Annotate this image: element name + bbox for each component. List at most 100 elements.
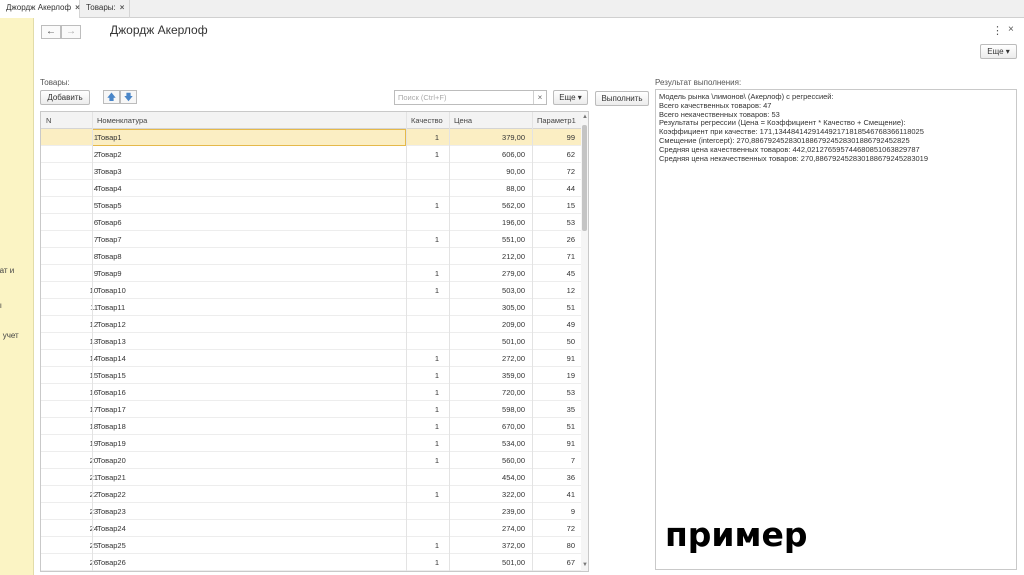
execute-button[interactable]: Выполнить xyxy=(595,91,649,106)
goods-more-button[interactable]: Еще ▾ xyxy=(553,90,588,105)
row-name: Товар4 xyxy=(97,184,122,193)
row-name: Товар14 xyxy=(97,354,126,363)
row-quality: 1 xyxy=(434,439,439,448)
table-row[interactable]: 22 Товар22 1 322,00 41 xyxy=(41,486,581,503)
sidebar-item[interactable]: й учет xyxy=(0,331,19,340)
table-row[interactable]: 13 Товар13 501,00 50 xyxy=(41,333,581,350)
close-icon[interactable]: × xyxy=(120,3,125,12)
result-label: Результат выполнения: xyxy=(655,78,742,87)
row-price: 372,00 xyxy=(502,541,525,550)
row-quality: 1 xyxy=(434,456,439,465)
more-actions-icon[interactable]: ⋮ xyxy=(992,24,1003,37)
table-row[interactable]: 9 Товар9 1 279,00 45 xyxy=(41,265,581,282)
row-param1: 91 xyxy=(566,439,575,448)
table-row[interactable]: 23 Товар23 239,00 9 xyxy=(41,503,581,520)
table-row[interactable]: 16 Товар16 1 720,00 53 xyxy=(41,384,581,401)
table-row[interactable]: 21 Товар21 454,00 36 xyxy=(41,469,581,486)
result-textarea[interactable]: Модель рынка \лимонов\ (Акерлоф) с регре… xyxy=(655,89,1017,570)
row-name: Товар20 xyxy=(97,456,126,465)
row-price: 322,00 xyxy=(502,490,525,499)
table-row[interactable]: 20 Товар20 1 560,00 7 xyxy=(41,452,581,469)
row-price: 501,00 xyxy=(502,558,525,567)
scroll-up-icon[interactable]: ▲ xyxy=(582,114,588,120)
table-row[interactable]: 5 Товар5 1 562,00 15 xyxy=(41,197,581,214)
col-n[interactable]: N xyxy=(46,116,51,125)
col-quality[interactable]: Качество xyxy=(411,116,443,125)
row-quality: 1 xyxy=(434,388,439,397)
table-row[interactable]: 6 Товар6 196,00 53 xyxy=(41,214,581,231)
row-price: 359,00 xyxy=(502,371,525,380)
arrow-up-icon: 🡅 xyxy=(106,92,117,102)
row-param1: 41 xyxy=(566,490,575,499)
row-param1: 72 xyxy=(566,167,575,176)
row-name: Товар25 xyxy=(97,541,126,550)
row-price: 562,00 xyxy=(502,201,525,210)
table-row[interactable]: 15 Товар15 1 359,00 19 xyxy=(41,367,581,384)
row-quality: 1 xyxy=(434,235,439,244)
row-price: 454,00 xyxy=(502,473,525,482)
table-row[interactable]: 14 Товар14 1 272,00 91 xyxy=(41,350,581,367)
table-row[interactable]: 8 Товар8 212,00 71 xyxy=(41,248,581,265)
table-row[interactable]: 10 Товар10 1 503,00 12 xyxy=(41,282,581,299)
goods-table[interactable]: N Номенклатура Качество Цена Параметр1 1… xyxy=(40,111,589,572)
clear-search-icon[interactable]: × xyxy=(533,91,546,104)
table-row[interactable]: 1 Товар1 1 379,00 99 xyxy=(41,129,581,146)
table-row[interactable]: 4 Товар4 88,00 44 xyxy=(41,180,581,197)
search-placeholder: Поиск (Ctrl+F) xyxy=(398,93,447,102)
row-quality: 1 xyxy=(434,150,439,159)
row-price: 501,00 xyxy=(502,337,525,346)
row-name: Товар21 xyxy=(97,473,126,482)
row-param1: 91 xyxy=(566,354,575,363)
tab-akerlof[interactable]: Джордж Акерлоф × xyxy=(0,0,80,18)
row-name: Товар17 xyxy=(97,405,126,414)
row-param1: 80 xyxy=(566,541,575,550)
scroll-down-icon[interactable]: ▼ xyxy=(582,562,588,568)
table-row[interactable]: 26 Товар26 1 501,00 67 xyxy=(41,554,581,571)
table-row[interactable]: 18 Товар18 1 670,00 51 xyxy=(41,418,581,435)
row-price: 305,00 xyxy=(502,303,525,312)
row-price: 272,00 xyxy=(502,354,525,363)
row-quality: 1 xyxy=(434,371,439,380)
move-up-button[interactable]: 🡅 xyxy=(103,90,120,104)
row-name: Товар7 xyxy=(97,235,122,244)
row-param1: 19 xyxy=(566,371,575,380)
sidebar-item[interactable]: тат и xyxy=(0,266,14,275)
tab-goods[interactable]: Товары: × xyxy=(80,0,130,18)
row-price: 379,00 xyxy=(502,133,525,142)
table-row[interactable]: 12 Товар12 209,00 49 xyxy=(41,316,581,333)
forward-button[interactable]: → xyxy=(61,25,81,39)
sidebar-item[interactable]: ы xyxy=(0,301,2,310)
row-price: 209,00 xyxy=(502,320,525,329)
row-price: 598,00 xyxy=(502,405,525,414)
table-row[interactable]: 11 Товар11 305,00 51 xyxy=(41,299,581,316)
back-button[interactable]: ← xyxy=(41,25,61,39)
row-param1: 51 xyxy=(566,303,575,312)
more-button[interactable]: Еще ▾ xyxy=(980,44,1017,59)
table-row[interactable]: 2 Товар2 1 606,00 62 xyxy=(41,146,581,163)
table-row[interactable]: 17 Товар17 1 598,00 35 xyxy=(41,401,581,418)
column-divider xyxy=(449,112,450,571)
table-row[interactable]: 25 Товар25 1 372,00 80 xyxy=(41,537,581,554)
table-row[interactable]: 19 Товар19 1 534,00 91 xyxy=(41,435,581,452)
tab-bar: Джордж Акерлоф × Товары: × xyxy=(0,0,1024,18)
table-row[interactable]: 7 Товар7 1 551,00 26 xyxy=(41,231,581,248)
row-param1: 51 xyxy=(566,422,575,431)
row-price: 606,00 xyxy=(502,150,525,159)
move-down-button[interactable]: 🡇 xyxy=(120,90,137,104)
col-param1[interactable]: Параметр1 xyxy=(537,116,576,125)
row-price: 551,00 xyxy=(502,235,525,244)
arrow-down-icon: 🡇 xyxy=(123,92,134,102)
add-button[interactable]: Добавить xyxy=(40,90,90,105)
search-input[interactable]: Поиск (Ctrl+F) × xyxy=(394,90,547,105)
col-name[interactable]: Номенклатура xyxy=(97,116,147,125)
col-price[interactable]: Цена xyxy=(454,116,472,125)
scrollbar-thumb[interactable] xyxy=(582,125,587,231)
close-form-icon[interactable]: × xyxy=(1008,24,1014,35)
row-price: 720,00 xyxy=(502,388,525,397)
page-title: Джордж Акерлоф xyxy=(110,23,208,37)
goods-section-label: Товары: xyxy=(40,78,70,87)
table-row[interactable]: 24 Товар24 274,00 72 xyxy=(41,520,581,537)
table-row[interactable]: 3 Товар3 90,00 72 xyxy=(41,163,581,180)
row-quality: 1 xyxy=(434,133,439,142)
watermark-text: пример xyxy=(665,515,808,554)
